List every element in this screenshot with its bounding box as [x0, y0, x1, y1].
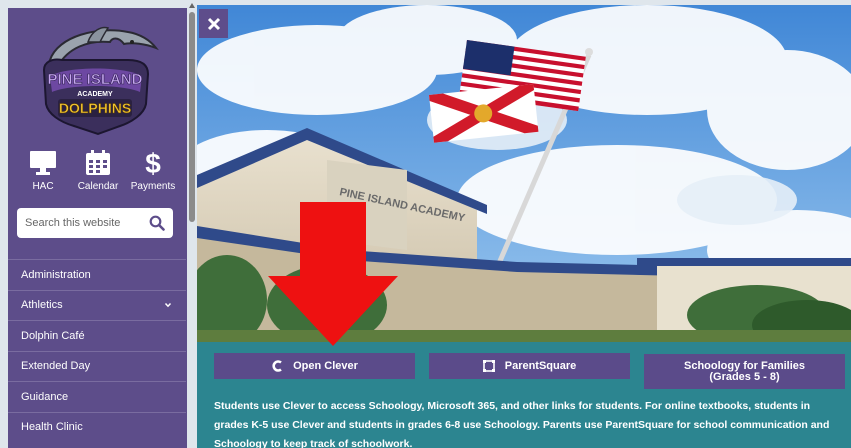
chevron-down-icon[interactable] [164, 301, 172, 309]
close-icon[interactable] [207, 17, 221, 31]
quick-link-calendar[interactable]: Calendar [73, 148, 123, 198]
search-input[interactable] [25, 217, 145, 229]
quick-link-payments[interactable]: $ Payments [128, 148, 178, 198]
sidebar-item-label: Dolphin Café [21, 329, 85, 342]
quick-link-hac[interactable]: HAC [18, 148, 68, 198]
sidebar-item-extended-day[interactable]: Extended Day [8, 350, 186, 382]
sidebar: PINE ISLAND ACADEMY DOLPHINS HAC Calenda… [0, 0, 187, 448]
info-panel: Open Clever ParentSquare Schoology for F… [197, 342, 851, 448]
sidebar-item-label: Athletics [21, 299, 63, 312]
left-edge [0, 8, 8, 448]
sidebar-item-label: Extended Day [21, 360, 91, 373]
open-clever-button[interactable]: Open Clever [214, 353, 415, 379]
top-strip [0, 0, 187, 8]
svg-text:$: $ [145, 149, 161, 177]
button-label: Schoology for Families [683, 359, 806, 372]
scroll-thumb[interactable] [189, 12, 195, 222]
logo-text-1: PINE ISLAND [47, 71, 142, 88]
button-sublabel: (Grades 5 - 8) [709, 370, 780, 383]
quick-link-label: Calendar [77, 181, 119, 192]
button-label: Open Clever [293, 360, 358, 372]
sidebar-item-guidance[interactable]: Guidance [8, 381, 186, 412]
sidebar-item-label: Administration [21, 268, 91, 281]
logo-text-3: DOLPHINS [59, 100, 131, 116]
top-strip [197, 0, 851, 5]
quick-link-label: HAC [32, 181, 54, 192]
info-text: Students use Clever to access Schoology,… [214, 400, 830, 448]
sidebar-item-dolphin-cafe[interactable]: Dolphin Café [8, 320, 186, 351]
sidebar-nav: Administration Athletics Dolphin Café Ex… [8, 259, 186, 442]
logo-text-2: ACADEMY [77, 91, 113, 98]
sidebar-item-label: Guidance [21, 390, 69, 403]
calendar-icon [83, 148, 113, 178]
red-arrow-icon [268, 202, 398, 346]
monitor-icon [28, 148, 58, 178]
schoology-button[interactable]: Schoology for Families (Grades 5 - 8) [644, 354, 845, 389]
sidebar-item-athletics[interactable]: Athletics [8, 289, 186, 321]
search-box[interactable] [17, 208, 173, 238]
parentsquare-button[interactable]: ParentSquare [429, 353, 630, 379]
sidebar-item-health-clinic[interactable]: Health Clinic [8, 411, 186, 443]
clever-icon [272, 360, 282, 372]
parentsquare-icon [482, 360, 495, 372]
search-icon[interactable] [149, 215, 165, 231]
quick-links: HAC Calendar $ Payments [18, 148, 178, 198]
dollar-icon: $ [138, 148, 168, 178]
close-button[interactable] [199, 9, 228, 38]
quick-link-label: Payments [130, 181, 176, 192]
button-label: ParentSquare [504, 360, 577, 372]
sidebar-scrollbar[interactable] [187, 0, 197, 448]
scroll-up-icon[interactable] [188, 2, 196, 10]
sidebar-item-label: Health Clinic [21, 421, 83, 434]
school-logo[interactable]: PINE ISLAND ACADEMY DOLPHINS [28, 22, 162, 140]
sidebar-item-administration[interactable]: Administration [8, 259, 186, 290]
